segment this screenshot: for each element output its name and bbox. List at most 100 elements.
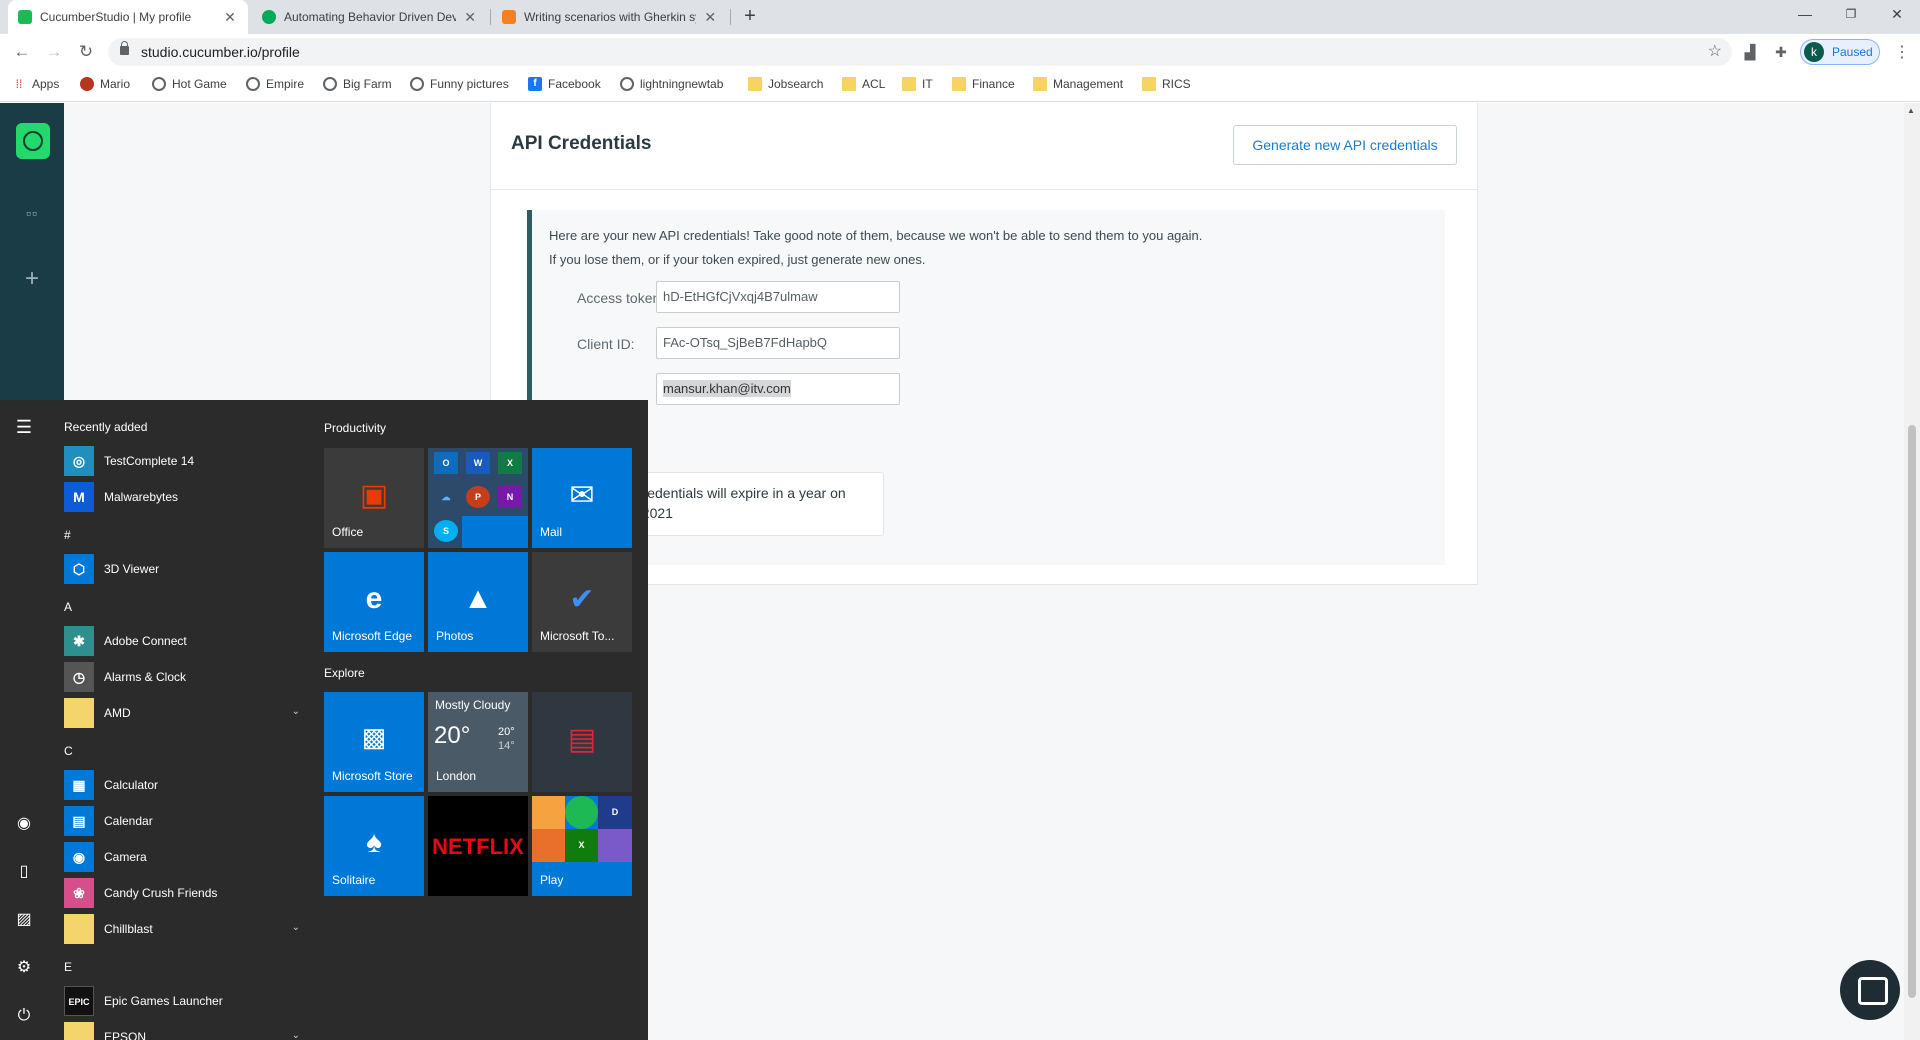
folder-chillblast[interactable]: Chillblast ⌄	[64, 913, 304, 945]
reload-button[interactable]: ↻	[74, 40, 98, 64]
generate-api-credentials-button[interactable]: Generate new API credentials	[1233, 125, 1457, 165]
bookmark-label: lightningnewtab	[640, 77, 724, 91]
app-calculator[interactable]: ▦ Calculator	[64, 769, 304, 801]
scrollbar-thumb[interactable]	[1908, 425, 1916, 998]
tile-netflix[interactable]: NETFLIX	[428, 796, 528, 896]
photos-icon: ▲	[463, 582, 493, 615]
extensions-puzzle-icon[interactable]: ✚	[1771, 42, 1791, 62]
apps-grid-icon: ⁞⁞	[15, 77, 23, 91]
section-header[interactable]: E	[64, 960, 72, 974]
tab-cucumberstudio-profile[interactable]: CucumberStudio | My profile ✕	[8, 0, 248, 34]
profile-button[interactable]: k Paused	[1800, 39, 1880, 65]
bookmark-facebook[interactable]: f Facebook	[528, 77, 601, 91]
section-header[interactable]: A	[64, 600, 72, 614]
hamburger-menu-icon[interactable]: ☰	[12, 415, 36, 439]
globe-icon	[246, 77, 260, 91]
minimize-button[interactable]: —	[1782, 0, 1828, 30]
bookmark-apps[interactable]: ⁞⁞ Apps	[12, 77, 60, 91]
bookmark-star-icon[interactable]: ☆	[1708, 41, 1722, 61]
url-text[interactable]: studio.cucumber.io/profile	[141, 44, 300, 60]
app-calendar[interactable]: ▤ Calendar	[64, 805, 304, 837]
tile-photos[interactable]: ▲ Photos	[428, 552, 528, 652]
app-malwarebytes[interactable]: M Malwarebytes	[64, 481, 304, 513]
app-alarms-clock[interactable]: ◷ Alarms & Clock	[64, 661, 304, 693]
arrow-right-icon: →	[45, 42, 63, 61]
section-header[interactable]: C	[64, 744, 73, 758]
close-window-button[interactable]: ✕	[1874, 0, 1920, 30]
close-tab-icon[interactable]: ✕	[462, 9, 478, 26]
user-account-icon[interactable]: ◉	[12, 812, 36, 836]
access-token-label: Access token:	[577, 290, 665, 306]
app-3d-viewer[interactable]: ⬡ 3D Viewer	[64, 553, 304, 585]
reading-stats-icon[interactable]: ▟	[1740, 42, 1760, 62]
vertical-scrollbar[interactable]: ▲	[1904, 103, 1920, 1040]
app-epic-games-launcher[interactable]: EPIC Epic Games Launcher	[64, 985, 304, 1017]
gherkin-favicon-icon	[502, 10, 516, 24]
tile-mail[interactable]: ✉ Mail	[532, 448, 632, 548]
bookmarks-bar: ⁞⁞ Apps Mario Hot Game Empire Big Farm Fu…	[0, 70, 1920, 102]
new-tab-button[interactable]: +	[738, 5, 762, 29]
tile-label: Photos	[436, 629, 474, 643]
close-tab-icon[interactable]: ✕	[702, 9, 718, 26]
recently-added-header: Recently added	[64, 420, 148, 434]
bookmark-mario[interactable]: Mario	[80, 77, 130, 91]
scroll-up-icon[interactable]: ▲	[1907, 106, 1915, 115]
tab-automating-bdd[interactable]: Automating Behavior Driven Dev ✕	[252, 0, 488, 34]
app-camera[interactable]: ◉ Camera	[64, 841, 304, 873]
tile-microsoft-todo[interactable]: ✔ Microsoft To...	[532, 552, 632, 652]
bookmark-label: Big Farm	[343, 77, 392, 91]
tile-microsoft-store[interactable]: ▩ Microsoft Store	[324, 692, 424, 792]
pictures-icon[interactable]: ▨	[12, 908, 36, 932]
app-adobe-connect[interactable]: ✱ Adobe Connect	[64, 625, 304, 657]
app-testcomplete[interactable]: ◎ TestComplete 14	[64, 445, 304, 477]
tile-office-apps-folder[interactable]: O W X ☁ P N S	[428, 448, 528, 548]
app-label: 3D Viewer	[104, 562, 160, 576]
bookmark-management[interactable]: Management	[1033, 77, 1123, 91]
restore-button[interactable]: ❐	[1828, 0, 1874, 30]
bookmark-finance[interactable]: Finance	[952, 77, 1015, 91]
bookmark-jobsearch[interactable]: Jobsearch	[748, 77, 823, 91]
grid-icon[interactable]: ▫▫	[20, 201, 44, 225]
client-id-field[interactable]: FAc-OTsq_SjBeB7FdHapbQ	[656, 327, 900, 359]
bookmark-lightningnewtab[interactable]: lightningnewtab	[620, 77, 723, 91]
tile-office[interactable]: ▣ Office	[324, 448, 424, 548]
settings-gear-icon[interactable]: ⚙	[12, 956, 36, 980]
back-button[interactable]: ←	[10, 40, 34, 64]
power-icon[interactable]: ⏻	[12, 1004, 36, 1028]
plus-icon[interactable]: +	[20, 267, 44, 291]
browser-menu-icon[interactable]: ⋮	[1892, 42, 1912, 62]
bookmark-acl[interactable]: ACL	[842, 77, 885, 91]
tile-solitaire[interactable]: ♠ Solitaire	[324, 796, 424, 896]
word-icon: W	[466, 452, 490, 474]
folder-amd[interactable]: AMD ⌄	[64, 697, 304, 729]
tab-separator	[730, 9, 731, 25]
cucumber-logo-icon[interactable]	[16, 123, 50, 159]
chat-launcher-button[interactable]	[1840, 960, 1900, 1020]
forward-button[interactable]: →	[42, 40, 66, 64]
office-icon: ▣	[359, 479, 389, 512]
tile-weather[interactable]: Mostly Cloudy 20° 20° 14° London	[428, 692, 528, 792]
bookmark-it[interactable]: IT	[902, 77, 933, 91]
arrow-left-icon: ←	[13, 42, 31, 61]
folder-epson[interactable]: EPSON ⌄	[64, 1021, 304, 1040]
access-token-field[interactable]: hD-EtHGfCjVxqj4B7ulmaw	[656, 281, 900, 313]
folder-icon	[64, 914, 94, 944]
weather-condition: Mostly Cloudy	[435, 698, 511, 712]
address-bar[interactable]: studio.cucumber.io/profile ☆	[108, 38, 1732, 66]
bookmark-rics[interactable]: RICS	[1142, 77, 1191, 91]
profile-status: Paused	[1832, 45, 1873, 59]
bookmark-big-farm[interactable]: Big Farm	[323, 77, 392, 91]
bookmark-funny-pictures[interactable]: Funny pictures	[410, 77, 509, 91]
bookmark-hot-game[interactable]: Hot Game	[152, 77, 227, 91]
3d-viewer-icon: ⬡	[64, 554, 94, 584]
app-candy-crush-friends[interactable]: ❀ Candy Crush Friends	[64, 877, 304, 909]
tile-microsoft-edge[interactable]: e Microsoft Edge	[324, 552, 424, 652]
email-field[interactable]: mansur.khan@itv.com	[656, 373, 900, 405]
tab-writing-scenarios-gherkin[interactable]: Writing scenarios with Gherkin sy ✕	[492, 0, 728, 34]
bookmark-empire[interactable]: Empire	[246, 77, 304, 91]
tile-play[interactable]: D X Play	[532, 796, 632, 896]
section-header[interactable]: #	[64, 528, 71, 542]
tile-news[interactable]: ▤	[532, 692, 632, 792]
close-tab-icon[interactable]: ✕	[222, 9, 238, 26]
documents-icon[interactable]: ▯	[12, 860, 36, 884]
